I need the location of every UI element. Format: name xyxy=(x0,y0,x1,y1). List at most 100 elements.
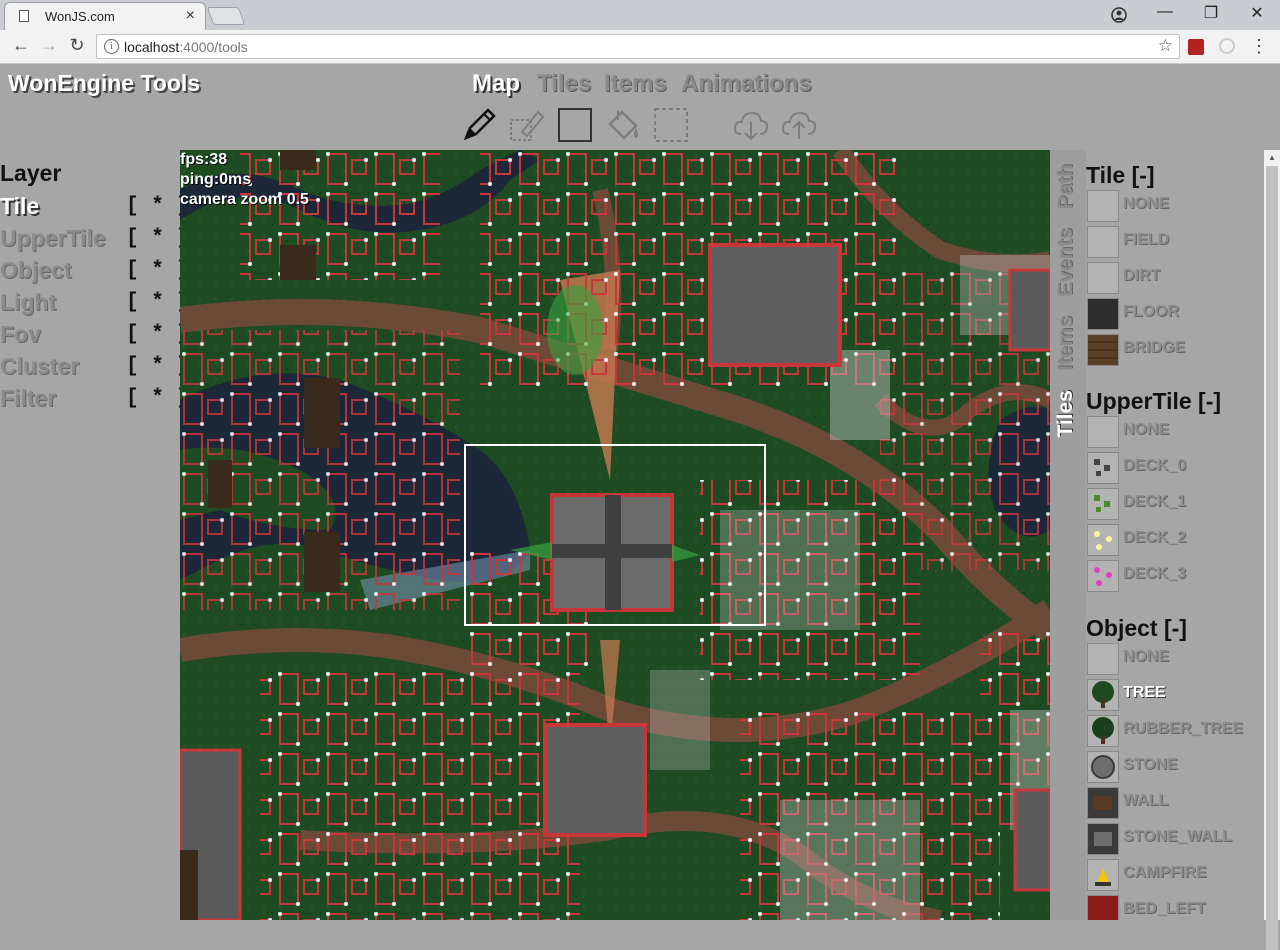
close-window-button[interactable]: ✕ xyxy=(1242,3,1272,23)
tab-close-icon[interactable]: × xyxy=(186,7,195,25)
palette-item-tree[interactable]: TREE xyxy=(1086,677,1264,713)
palette-item-deck-3[interactable]: DECK_3 xyxy=(1086,558,1264,594)
nav-map[interactable]: Map xyxy=(472,70,520,98)
palette-item-rubber-tree[interactable]: RUBBER_TREE xyxy=(1086,713,1264,749)
bookmark-star-icon[interactable]: ☆ xyxy=(1158,36,1173,56)
stamp-icon[interactable] xyxy=(508,106,546,144)
fill-bucket-icon[interactable] xyxy=(604,106,642,144)
layer-panel-title: Layer xyxy=(0,160,62,186)
selection-icon[interactable] xyxy=(652,106,690,144)
palette-item-none[interactable]: NONE xyxy=(1086,188,1264,224)
rectangle-icon[interactable] xyxy=(556,106,594,144)
maximize-button[interactable]: ❐ xyxy=(1196,3,1226,23)
bridge-swatch xyxy=(1087,334,1119,366)
tile-palette: Tile [-] NONE FIELD DIRT FLOOR BRIDGE Up… xyxy=(1086,150,1264,920)
map-canvas[interactable]: fps:38 ping:0ms camera zoom 0.5 xyxy=(180,150,1050,920)
extension-icon[interactable] xyxy=(1188,39,1204,55)
minimize-button[interactable]: — xyxy=(1150,3,1180,21)
palette-item-deck-1[interactable]: DECK_1 xyxy=(1086,486,1264,522)
stone-wall-swatch xyxy=(1087,823,1119,855)
map-drawing[interactable] xyxy=(180,150,1050,920)
back-button[interactable]: ← xyxy=(10,35,32,56)
tab-title: WonJS.com xyxy=(45,9,115,24)
browser-menu-icon[interactable]: ⋮ xyxy=(1250,36,1268,57)
palette-item-label: WALL xyxy=(1123,792,1169,809)
palette-item-none[interactable]: NONE xyxy=(1086,641,1264,677)
palette-item-campfire[interactable]: CAMPFIRE xyxy=(1086,857,1264,893)
map-stats: fps:38 ping:0ms camera zoom 0.5 xyxy=(180,150,309,210)
reload-button[interactable]: ↻ xyxy=(66,35,88,56)
new-tab-button[interactable] xyxy=(206,7,246,25)
layer-name[interactable]: UpperTile xyxy=(0,225,106,252)
palette-item-deck-0[interactable]: DECK_0 xyxy=(1086,450,1264,486)
palette-item-label: DECK_3 xyxy=(1123,565,1187,582)
nav-items[interactable]: Items xyxy=(604,70,667,98)
palette-item-field[interactable]: FIELD xyxy=(1086,224,1264,260)
layer-row-cluster[interactable]: Cluster [ * ] xyxy=(0,353,189,383)
layer-name[interactable]: Object xyxy=(0,257,72,284)
url-text: localhost:4000/tools xyxy=(124,39,248,55)
tab-path[interactable]: Path xyxy=(1054,164,1078,210)
palette-item-label: STONE_WALL xyxy=(1123,828,1233,845)
layer-row-uppertile[interactable]: UpperTile [ * ] xyxy=(0,225,189,255)
layer-name[interactable]: Fov xyxy=(0,321,41,348)
palette-section-object[interactable]: Object [-] xyxy=(1086,615,1187,642)
info-icon[interactable]: i xyxy=(104,39,119,54)
layer-row-fov[interactable]: Fov [ * ] xyxy=(0,321,189,351)
palette-section-uppertile[interactable]: UpperTile [-] xyxy=(1086,388,1221,415)
palette-scrollbar[interactable]: ▲ xyxy=(1264,150,1280,950)
palette-section-tile[interactable]: Tile [-] xyxy=(1086,162,1155,189)
layer-name[interactable]: Cluster xyxy=(0,353,79,380)
palette-item-dirt[interactable]: DIRT xyxy=(1086,260,1264,296)
layer-name[interactable]: Tile xyxy=(0,193,39,220)
palette-item-deck-2[interactable]: DECK_2 xyxy=(1086,522,1264,558)
palette-item-label: DECK_2 xyxy=(1123,529,1187,546)
bed-left-swatch xyxy=(1087,895,1119,920)
nav-animations[interactable]: Animations xyxy=(681,70,812,98)
scroll-up-arrow-icon[interactable]: ▲ xyxy=(1264,150,1280,166)
extension-icon-2[interactable] xyxy=(1219,38,1235,54)
pencil-icon[interactable] xyxy=(460,106,498,144)
palette-item-wall[interactable]: WALL xyxy=(1086,785,1264,821)
tab-events[interactable]: Events xyxy=(1054,228,1078,297)
palette-item-stone-wall[interactable]: STONE_WALL xyxy=(1086,821,1264,857)
ping-readout: ping:0ms xyxy=(180,171,252,188)
deck-2-swatch xyxy=(1087,524,1119,556)
side-tab-strip: Path Events Items Tiles xyxy=(1050,150,1086,920)
palette-item-label: RUBBER_TREE xyxy=(1123,720,1244,737)
palette-item-label: FIELD xyxy=(1123,231,1170,248)
cloud-upload-icon[interactable] xyxy=(780,106,818,144)
tab-tiles[interactable]: Tiles xyxy=(1054,390,1078,437)
forward-button[interactable]: → xyxy=(38,35,60,56)
layer-row-object[interactable]: Object [ * ] xyxy=(0,257,189,287)
tree-swatch xyxy=(1087,679,1119,711)
layer-name[interactable]: Light xyxy=(0,289,56,316)
url-host: localhost xyxy=(124,39,180,55)
palette-item-bed-left[interactable]: BED_LEFT xyxy=(1086,893,1264,920)
scrollbar-thumb[interactable] xyxy=(1266,166,1278,950)
app-brand: WonEngine Tools xyxy=(8,70,201,96)
palette-item-bridge[interactable]: BRIDGE xyxy=(1086,332,1264,368)
tile-swatch xyxy=(1087,226,1119,258)
deck-1-swatch xyxy=(1087,488,1119,520)
fps-readout: fps:38 xyxy=(180,151,228,168)
browser-tab[interactable]: WonJS.com × xyxy=(4,2,206,30)
palette-item-floor[interactable]: FLOOR xyxy=(1086,296,1264,332)
palette-item-label: BED_LEFT xyxy=(1123,900,1206,917)
rubber-tree-swatch xyxy=(1087,715,1119,747)
url-input[interactable]: i localhost:4000/tools ☆ xyxy=(96,34,1180,59)
nav-tiles[interactable]: Tiles xyxy=(537,70,591,98)
deck-0-swatch xyxy=(1087,452,1119,484)
browser-titlebar: WonJS.com × — ❐ ✕ xyxy=(0,0,1280,30)
layer-row-tile[interactable]: Tile [ * ] xyxy=(0,193,189,223)
cloud-download-icon[interactable] xyxy=(732,106,770,144)
layer-row-light[interactable]: Light [ * ] xyxy=(0,289,189,319)
profile-icon[interactable] xyxy=(1110,6,1128,24)
palette-item-none[interactable]: NONE xyxy=(1086,414,1264,450)
palette-item-label: DECK_1 xyxy=(1123,493,1187,510)
layer-name[interactable]: Filter xyxy=(0,385,56,412)
palette-item-stone[interactable]: STONE xyxy=(1086,749,1264,785)
tab-items[interactable]: Items xyxy=(1054,316,1078,371)
palette-item-label: STONE xyxy=(1123,756,1178,773)
layer-row-filter[interactable]: Filter [ * ] xyxy=(0,385,189,415)
